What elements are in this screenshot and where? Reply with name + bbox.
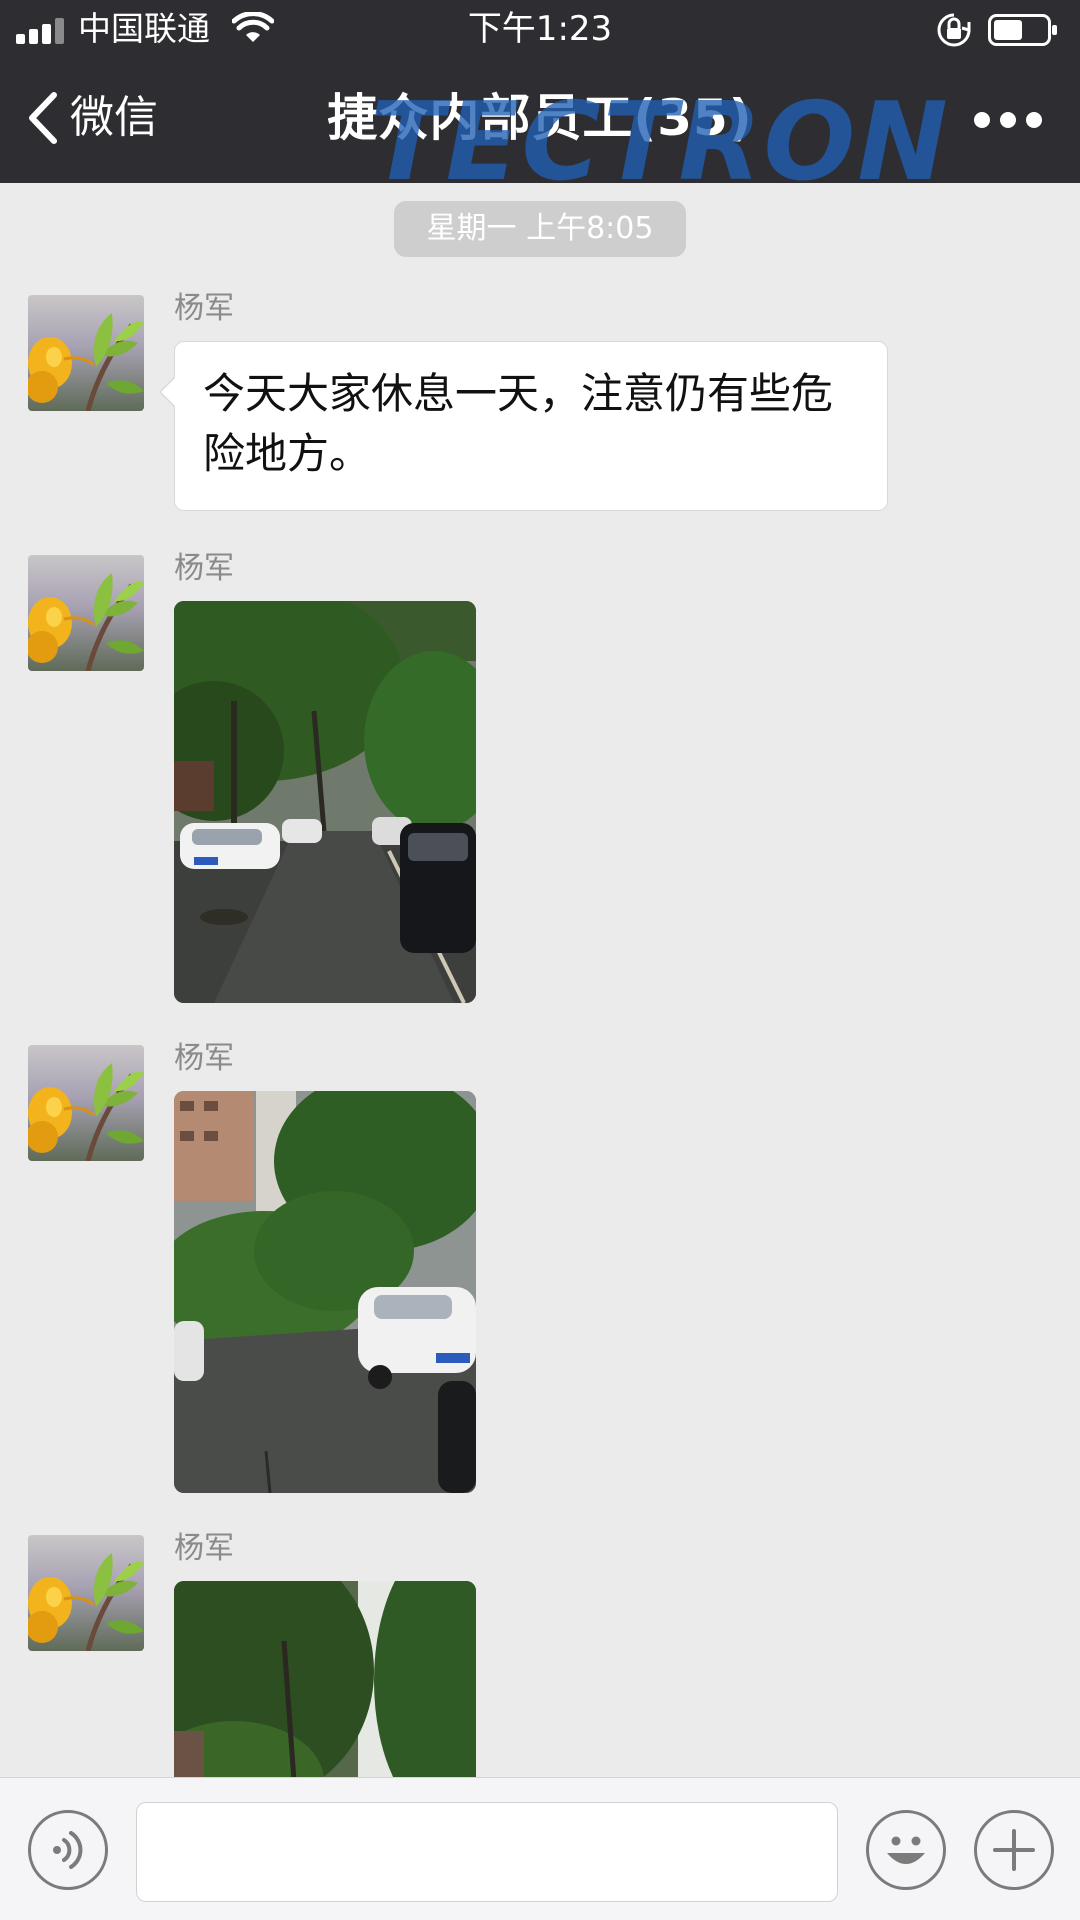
top-bar: 中国联通 下午1:23 微信 捷众内部员工(35) TECTRON — [0, 0, 1080, 183]
avatar[interactable] — [28, 1045, 144, 1161]
text-message-bubble[interactable]: 今天大家休息一天，注意仍有些危险地方。 — [159, 341, 888, 511]
status-bar: 中国联通 下午1:23 — [0, 0, 1080, 58]
more-icon[interactable] — [972, 106, 1044, 134]
sender-name: 杨军 — [174, 1041, 234, 1076]
status-time: 下午1:23 — [467, 9, 613, 49]
plus-button[interactable] — [974, 1810, 1054, 1890]
battery-icon — [988, 14, 1057, 46]
image-message[interactable] — [174, 601, 476, 1003]
time-divider: 星期一 上午8:05 — [394, 201, 686, 257]
emoji-icon — [887, 1836, 925, 1864]
rotation-lock-icon — [937, 13, 971, 47]
message-input[interactable] — [136, 1802, 838, 1902]
sender-name: 杨军 — [174, 551, 234, 586]
voice-button[interactable] — [28, 1810, 108, 1890]
plus-icon — [993, 1829, 1035, 1871]
avatar[interactable] — [28, 1535, 144, 1651]
chat-title: 捷众内部员工(35) — [327, 89, 753, 147]
emoji-button[interactable] — [866, 1810, 946, 1890]
voice-icon — [53, 1831, 83, 1869]
image-message[interactable] — [174, 1581, 476, 1777]
avatar[interactable] — [28, 555, 144, 671]
image-message[interactable] — [174, 1091, 476, 1493]
sender-name: 杨军 — [174, 291, 234, 326]
avatar[interactable] — [28, 295, 144, 411]
nav-bar: 微信 捷众内部员工(35) TECTRON — [0, 58, 1080, 183]
input-bar — [0, 1777, 1080, 1920]
sender-name: 杨军 — [174, 1531, 234, 1566]
chat-area[interactable]: 星期一 上午8:05 杨军 今天大家休息一天，注意仍有些危险地方。 杨军 杨军 … — [0, 183, 1080, 1777]
